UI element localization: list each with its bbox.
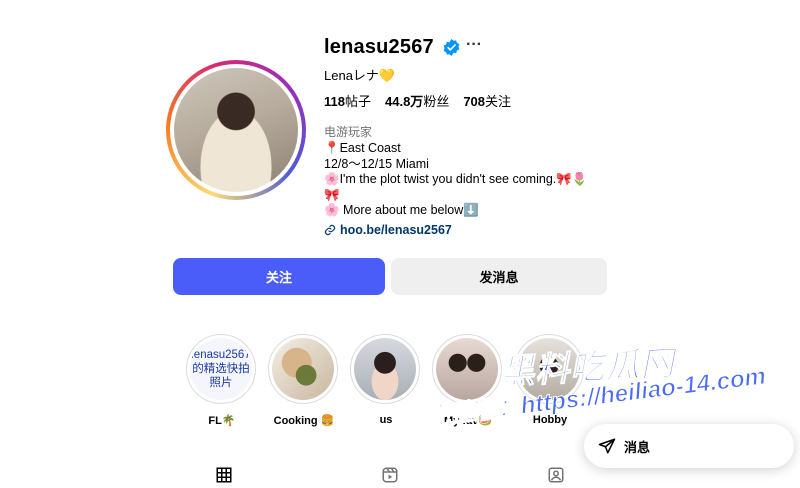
following-count: 708 [463, 94, 486, 109]
bio: 📍East Coast 12/8～12/15 Miami 🌸I'm the pl… [324, 141, 587, 219]
followers-label: 粉丝 [423, 94, 450, 109]
highlight-image [354, 338, 416, 400]
bio-link-text: hoo.be/lenasu2567 [340, 223, 452, 237]
posts-label: 帖子 [344, 94, 371, 109]
profile-avatar[interactable] [166, 60, 306, 200]
tagged-icon[interactable] [547, 466, 565, 484]
bio-line: 📍East Coast [324, 141, 401, 155]
highlight-cover: lenasu2567的精选快拍照片 [186, 334, 256, 404]
highlight-item[interactable]: lenasu2567的精选快拍照片 FL🌴 [186, 334, 258, 427]
grid-posts-icon[interactable] [215, 466, 233, 484]
highlight-thumb-text: lenasu2567的精选快拍照片 [190, 338, 252, 400]
avatar-image [174, 68, 298, 192]
follow-button[interactable]: 关注 [173, 258, 385, 295]
bio-line: 🌸I'm the plot twist you didn't see comin… [324, 172, 588, 186]
posts-stat[interactable]: 118帖子 [324, 91, 371, 110]
bio-category: 电游玩家 [324, 125, 373, 139]
following-stat[interactable]: 708关注 [463, 91, 511, 110]
posts-count: 118 [324, 94, 345, 109]
highlight-label: FL🌴 [208, 415, 236, 427]
avatar-border [170, 64, 302, 196]
highlight-label: Cooking 🍔 [273, 415, 335, 427]
full-name: Lenaレナ💛 [324, 68, 396, 83]
following-label: 关注 [485, 94, 512, 109]
link-icon [324, 224, 336, 236]
highlight-cover [268, 334, 338, 404]
profile-stats: 118帖子 44.8万粉丝 708关注 [324, 91, 511, 110]
followers-count: 44.8万 [385, 94, 424, 109]
floating-messages-label: 消息 [624, 439, 651, 455]
bio-line: 🌸 More about me below⬇️ [324, 203, 479, 217]
send-icon [598, 438, 616, 454]
bio-line: 12/8～12/15 Miami [324, 156, 429, 171]
bio-link[interactable]: hoo.be/lenasu2567 [324, 223, 452, 237]
highlight-cover [350, 334, 420, 404]
highlight-image [272, 338, 334, 400]
more-options-button[interactable]: ··· [466, 36, 482, 54]
followers-stat[interactable]: 44.8万粉丝 [385, 91, 449, 110]
verified-badge-icon [443, 39, 460, 56]
highlight-item[interactable]: Cooking 🍔 [268, 334, 340, 427]
bio-line: 🎀 [324, 187, 340, 202]
username: lenasu2567 [324, 36, 434, 58]
floating-messages-button[interactable]: 消息 [584, 424, 794, 468]
reels-icon[interactable] [381, 466, 399, 484]
message-button[interactable]: 发消息 [391, 258, 607, 295]
